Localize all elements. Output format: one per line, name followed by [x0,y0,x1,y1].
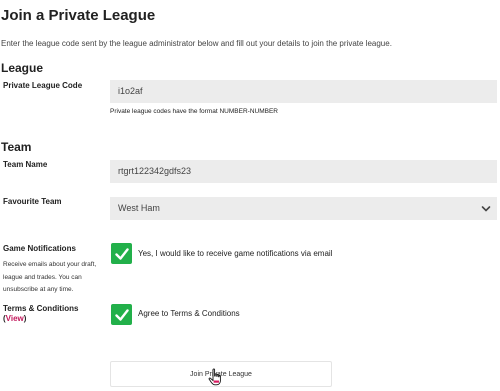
page-intro: Enter the league code sent by the league… [1,39,392,48]
private-league-code-label: Private League Code [3,81,83,90]
chevron-down-icon [481,205,491,212]
checkmark-icon [114,247,129,260]
paren-close: ) [23,314,27,323]
favourite-team-label: Favourite Team [3,197,62,206]
checkmark-icon [114,308,129,321]
terms-label: Terms & Conditions [3,304,79,313]
private-league-code-input[interactable]: i1o2af [110,80,497,103]
notifications-checkbox[interactable] [111,243,132,264]
favourite-team-select[interactable]: West Ham [110,197,497,220]
page-title: Join a Private League [1,7,156,24]
terms-checkbox[interactable] [111,304,132,325]
favourite-team-value: West Ham [118,203,160,213]
team-name-input[interactable]: rtgrt122342gdfs23 [110,160,497,183]
team-name-label: Team Name [3,160,48,169]
game-notifications-label: Game Notifications [3,244,76,253]
terms-checkbox-label[interactable]: Agree to Terms & Conditions [138,309,240,318]
hand-cursor-icon [208,368,221,386]
league-code-hint: Private league codes have the format NUM… [110,108,278,115]
team-heading: Team [1,140,32,154]
league-heading: League [1,61,44,75]
notifications-checkbox-label[interactable]: Yes, I would like to receive game notifi… [138,249,332,258]
terms-view-link[interactable]: View [6,314,24,323]
terms-view-line: (View) [3,314,26,323]
game-notifications-description: Receive emails about your draft, league … [3,261,97,293]
